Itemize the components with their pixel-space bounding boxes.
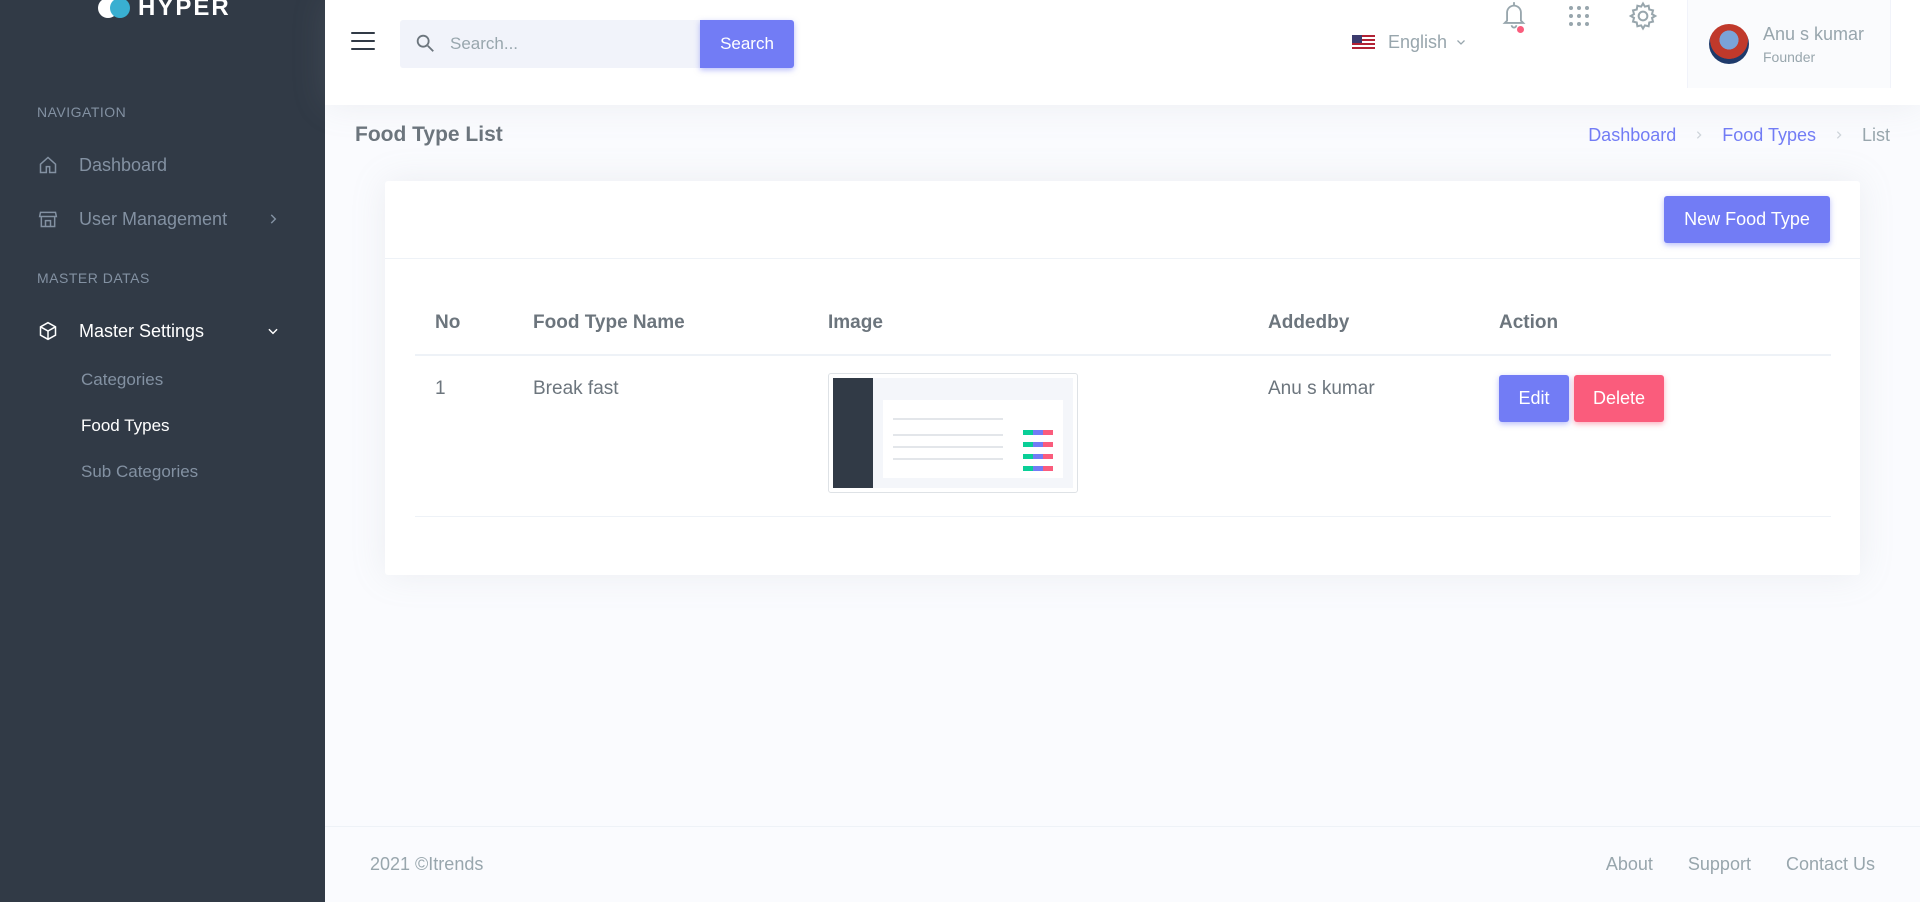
user-role: Founder (1763, 48, 1816, 65)
user-name: Anu s kumar (1763, 23, 1865, 44)
home-icon (37, 154, 59, 176)
box-icon (37, 320, 59, 342)
food-type-table: No Food Type Name Image Addedby Action 1… (415, 291, 1831, 517)
delete-button[interactable]: Delete (1574, 375, 1664, 422)
breadcrumb-food-types[interactable]: Food Types (1722, 125, 1816, 146)
cell-addedby: Anu s kumar (1248, 355, 1479, 517)
card-header: New Food Type (385, 181, 1860, 259)
search-icon (414, 32, 438, 56)
footer-link-about[interactable]: About (1606, 854, 1653, 875)
chevron-right-icon (1694, 125, 1704, 146)
chevron-down-icon (1455, 32, 1467, 53)
breadcrumb: Dashboard Food Types List (1588, 125, 1890, 146)
store-icon (37, 208, 59, 230)
brand-logo[interactable]: HYPER (98, 0, 231, 22)
food-type-card: New Food Type No Food Type Name Image Ad… (385, 181, 1860, 575)
page-title: Food Type List (355, 123, 503, 146)
us-flag-icon (1352, 35, 1375, 50)
column-header-no: No (415, 291, 513, 356)
sidebar-item-label: User Management (79, 208, 228, 229)
footer: 2021 ©Itrends About Support Contact Us (325, 826, 1920, 902)
sidebar: HYPER NAVIGATION Dashboard User Manageme… (0, 0, 325, 902)
sidebar-item-user-management[interactable]: User Management (37, 204, 292, 234)
sidebar-item-dashboard[interactable]: Dashboard (37, 150, 292, 180)
topbar: Search English Anu s kumar Founder (325, 0, 1920, 105)
table-header-row: No Food Type Name Image Addedby Action (415, 291, 1831, 356)
column-header-name: Food Type Name (513, 291, 808, 356)
sidebar-section-navigation: NAVIGATION (37, 104, 127, 120)
notification-bell-icon[interactable] (1498, 0, 1530, 33)
footer-link-support[interactable]: Support (1688, 854, 1751, 875)
breadcrumb-dashboard[interactable]: Dashboard (1588, 125, 1676, 146)
column-header-image: Image (808, 291, 1248, 356)
footer-links: About Support Contact Us (1606, 854, 1875, 875)
sidebar-subitem-sub-categories[interactable]: Sub Categories (81, 462, 198, 482)
logo-icon (98, 0, 132, 20)
sidebar-item-master-settings[interactable]: Master Settings (37, 316, 292, 346)
column-header-addedby: Addedby (1248, 291, 1479, 356)
search-button[interactable]: Search (700, 20, 794, 68)
footer-copyright: 2021 ©Itrends (370, 854, 484, 874)
chevron-right-icon (1834, 125, 1844, 146)
sidebar-subitem-categories[interactable]: Categories (81, 370, 163, 390)
sidebar-subitem-food-types[interactable]: Food Types (81, 416, 170, 436)
chevron-right-icon (266, 210, 280, 231)
cell-action: Edit Delete (1479, 355, 1831, 517)
footer-link-contact-us[interactable]: Contact Us (1786, 854, 1875, 875)
apps-grid-icon[interactable] (1563, 0, 1595, 32)
notification-dot (1517, 26, 1524, 33)
new-food-type-button[interactable]: New Food Type (1664, 196, 1830, 243)
sidebar-item-label: Dashboard (79, 154, 168, 175)
sidebar-item-label: Master Settings (79, 320, 205, 341)
language-label: English (1388, 32, 1448, 52)
cell-image (808, 355, 1248, 517)
column-header-action: Action (1479, 291, 1831, 356)
search-box (400, 20, 702, 68)
chevron-down-icon (266, 322, 280, 343)
breadcrumb-current: List (1861, 125, 1890, 145)
language-selector[interactable]: English (1352, 32, 1467, 53)
cell-no: 1 (415, 355, 513, 517)
cell-food-type-name: Break fast (513, 355, 808, 517)
settings-gear-icon[interactable] (1627, 0, 1659, 32)
menu-toggle-icon[interactable] (351, 32, 375, 54)
brand-name: HYPER (138, 0, 231, 21)
food-type-image[interactable] (828, 373, 1078, 493)
sidebar-section-master-datas: MASTER DATAS (37, 270, 150, 286)
table-row: 1 Break fast Anu s kumar Edit Delete (415, 355, 1831, 517)
edit-button[interactable]: Edit (1499, 375, 1569, 422)
user-profile-menu[interactable]: Anu s kumar Founder (1687, 0, 1891, 88)
avatar (1709, 24, 1749, 64)
search-input[interactable] (450, 34, 670, 54)
